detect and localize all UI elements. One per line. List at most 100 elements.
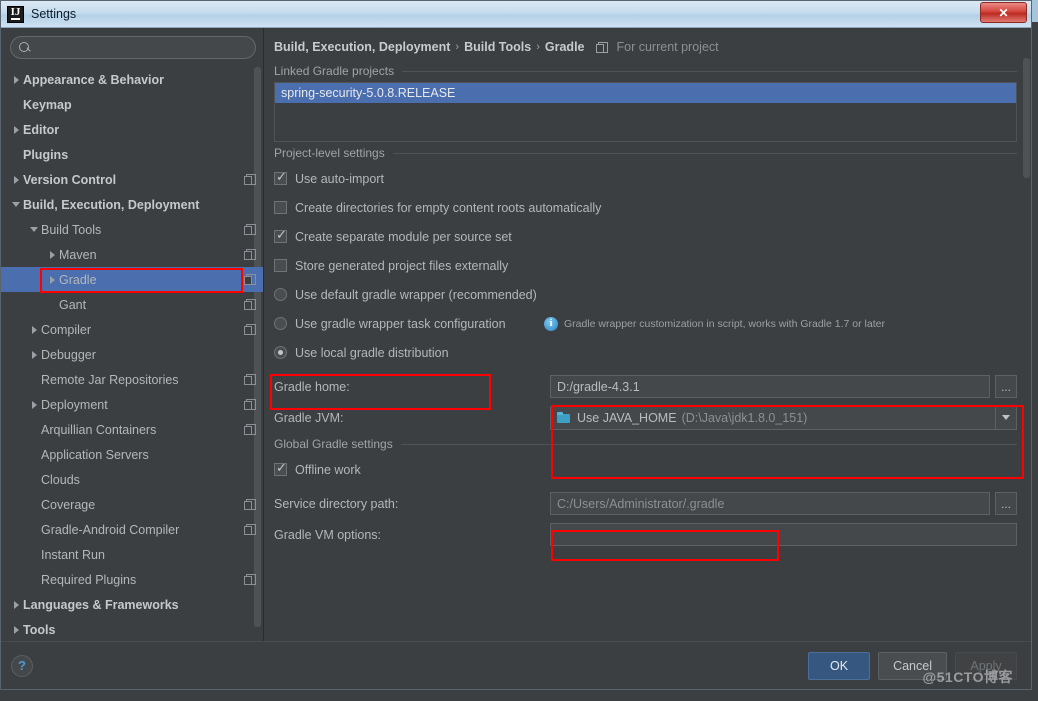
radio-control[interactable]: Use local gradle distribution: [274, 338, 544, 367]
radio-control[interactable]: Use gradle wrapper task configuration: [274, 309, 544, 338]
chevron-right-icon[interactable]: [27, 325, 41, 334]
breadcrumb-part-3[interactable]: Gradle: [545, 40, 585, 54]
radio-row[interactable]: Use default gradle wrapper (recommended): [274, 280, 1017, 309]
chevron-down-icon[interactable]: [27, 227, 41, 232]
chevron-right-icon[interactable]: [9, 75, 23, 84]
gradle-jvm-path: (D:\Java\jdk1.8.0_151): [681, 410, 808, 425]
sidebar-item-application-servers[interactable]: Application Servers: [1, 442, 263, 467]
checkbox-label: Store generated project files externally: [295, 258, 509, 273]
sidebar-item-gant[interactable]: Gant: [1, 292, 263, 317]
copy-icon[interactable]: [244, 224, 256, 235]
radio-button[interactable]: [274, 317, 287, 330]
copy-icon[interactable]: [244, 574, 256, 585]
chevron-right-icon[interactable]: [45, 250, 59, 259]
chevron-right-icon[interactable]: [45, 275, 59, 284]
copy-icon[interactable]: [244, 424, 256, 435]
radio-row[interactable]: Use gradle wrapper task configuration i Gr…: [274, 309, 1017, 338]
sidebar-item-gradle-android-compiler[interactable]: Gradle-Android Compiler: [1, 517, 263, 542]
chevron-right-icon[interactable]: [27, 400, 41, 409]
checkbox-row[interactable]: Use auto-import: [274, 164, 1017, 193]
checkbox-label: Use auto-import: [295, 171, 384, 186]
copy-settings-icon[interactable]: [595, 41, 608, 53]
copy-icon[interactable]: [244, 324, 256, 335]
close-icon[interactable]: ✕: [980, 2, 1027, 23]
sidebar-item-plugins[interactable]: Plugins: [1, 142, 263, 167]
breadcrumb-part-1[interactable]: Build, Execution, Deployment: [274, 40, 450, 54]
settings-tree[interactable]: Appearance & Behavior Keymap Editor Plugins…: [1, 63, 263, 641]
search-box[interactable]: [10, 36, 256, 59]
checkbox-row[interactable]: Store generated project files externally: [274, 251, 1017, 280]
sidebar-item-required-plugins[interactable]: Required Plugins: [1, 567, 263, 592]
gradle-jvm-dropdown[interactable]: Use JAVA_HOME (D:\Java\jdk1.8.0_151): [550, 405, 1017, 430]
sidebar-item-gradle[interactable]: Gradle: [1, 267, 263, 292]
sidebar-item-build-execution-deployment[interactable]: Build, Execution, Deployment: [1, 192, 263, 217]
chevron-down-icon[interactable]: [995, 406, 1016, 429]
watermark: @51CTO博客: [922, 669, 1013, 685]
copy-icon[interactable]: [244, 174, 256, 185]
ok-button[interactable]: OK: [808, 651, 871, 680]
chevron-right-icon[interactable]: [9, 625, 23, 634]
linked-projects-title: Linked Gradle projects: [274, 64, 395, 78]
radio-row[interactable]: Use local gradle distribution: [274, 338, 1017, 367]
chevron-right-icon[interactable]: [9, 125, 23, 134]
sidebar-item-instant-run[interactable]: Instant Run: [1, 542, 263, 567]
sidebar-item-debugger[interactable]: Debugger: [1, 342, 263, 367]
sidebar-item-arquillian-containers[interactable]: Arquillian Containers: [1, 417, 263, 442]
sidebar-item-label: Compiler: [41, 322, 92, 337]
sidebar-item-appearance-behavior[interactable]: Appearance & Behavior: [1, 67, 263, 92]
vm-options-input[interactable]: [550, 523, 1017, 546]
checkbox[interactable]: [274, 201, 287, 214]
chevron-right-icon[interactable]: [9, 600, 23, 609]
chevron-right-icon[interactable]: [27, 350, 41, 359]
radio-label: Use gradle wrapper task configuration: [295, 316, 506, 331]
sidebar-item-version-control[interactable]: Version Control: [1, 167, 263, 192]
sidebar-item-languages-frameworks[interactable]: Languages & Frameworks: [1, 592, 263, 617]
sidebar-item-deployment[interactable]: Deployment: [1, 392, 263, 417]
copy-icon[interactable]: [244, 499, 256, 510]
sidebar-item-coverage[interactable]: Coverage: [1, 492, 263, 517]
sidebar-item-tools[interactable]: Tools: [1, 617, 263, 641]
checkbox-row[interactable]: Create directories for empty content roo…: [274, 193, 1017, 222]
service-directory-input[interactable]: C:/Users/Administrator/.gradle: [550, 492, 990, 515]
breadcrumb-separator-1: ›: [455, 41, 460, 53]
copy-icon[interactable]: [244, 274, 256, 285]
copy-icon[interactable]: [244, 524, 256, 535]
sidebar-item-build-tools[interactable]: Build Tools: [1, 217, 263, 242]
search-input[interactable]: [36, 39, 247, 56]
search-icon: [19, 41, 31, 54]
sidebar-item-remote-jar-repositories[interactable]: Remote Jar Repositories: [1, 367, 263, 392]
checkbox[interactable]: [274, 169, 288, 185]
radio-button[interactable]: [274, 288, 287, 301]
checkbox[interactable]: [274, 227, 288, 243]
breadcrumb-scope-note: For current project: [616, 40, 719, 54]
copy-icon[interactable]: [244, 374, 256, 385]
help-button[interactable]: ?: [11, 654, 33, 677]
service-directory-browse-button[interactable]: ...: [995, 492, 1017, 515]
offline-work-row[interactable]: Offline work: [274, 455, 1017, 484]
chevron-down-icon[interactable]: [9, 202, 23, 207]
copy-icon[interactable]: [244, 249, 256, 260]
gradle-home-input[interactable]: D:/gradle-4.3.1: [550, 375, 990, 398]
copy-icon[interactable]: [244, 399, 256, 410]
linked-projects-list[interactable]: spring-security-5.0.8.RELEASE: [274, 82, 1017, 142]
copy-icon[interactable]: [244, 299, 256, 310]
sidebar-item-keymap[interactable]: Keymap: [1, 92, 263, 117]
chevron-right-icon[interactable]: [9, 175, 23, 184]
sidebar-item-editor[interactable]: Editor: [1, 117, 263, 142]
sidebar-item-compiler[interactable]: Compiler: [1, 317, 263, 342]
sidebar-item-clouds[interactable]: Clouds: [1, 467, 263, 492]
checkbox[interactable]: [274, 259, 287, 272]
breadcrumb-part-2[interactable]: Build Tools: [464, 40, 531, 54]
gradle-home-browse-button[interactable]: ...: [995, 375, 1017, 398]
radio-control[interactable]: Use default gradle wrapper (recommended): [274, 280, 544, 309]
radio-button[interactable]: [274, 346, 287, 359]
offline-work-checkbox[interactable]: [274, 460, 288, 476]
gradle-distribution-radio-group: Use default gradle wrapper (recommended)…: [274, 280, 1017, 367]
list-item[interactable]: spring-security-5.0.8.RELEASE: [275, 83, 1016, 103]
sidebar-item-maven[interactable]: Maven: [1, 242, 263, 267]
main-scrollbar[interactable]: [1023, 58, 1030, 178]
breadcrumb-separator-2: ›: [536, 41, 540, 53]
checkbox-row[interactable]: Create separate module per source set: [274, 222, 1017, 251]
global-gradle-settings-group: Global Gradle settings Offline work: [274, 437, 1017, 484]
sidebar-item-label: Build, Execution, Deployment: [23, 197, 200, 212]
